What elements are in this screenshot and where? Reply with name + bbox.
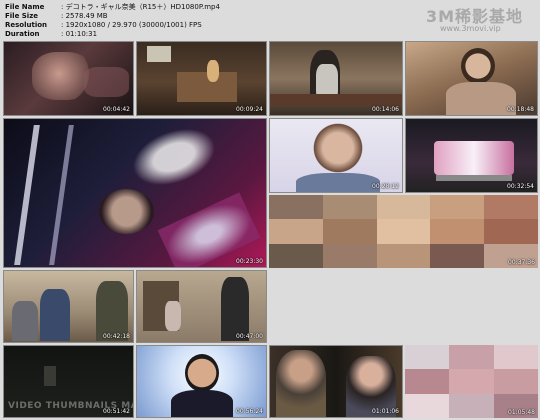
thumbnail-timestamp: 00:14:06 <box>372 106 399 113</box>
video-thumbnail[interactable]: 00:14:06 <box>269 41 403 116</box>
file-name-label: File Name <box>5 3 45 11</box>
video-thumbnail[interactable]: 00:09:24 <box>136 41 267 116</box>
thumbnail-timestamp: 00:18:48 <box>507 106 534 113</box>
mosaic-block <box>269 195 538 268</box>
censored-thumbnail[interactable]: 01:05:48 <box>405 345 538 418</box>
video-thumbnail[interactable]: VIDEO THUMBNAILS MA 00:51:42 <box>3 345 134 418</box>
thumbnail-timestamp: 00:56:24 <box>236 408 263 415</box>
thumbnail-timestamp: 00:42:18 <box>103 333 130 340</box>
video-thumbnail[interactable]: 00:56:24 <box>136 345 267 418</box>
video-thumbnail[interactable]: 00:04:42 <box>3 41 134 116</box>
thumbnail-timestamp: 00:32:54 <box>507 183 534 190</box>
watermark-url: www.3movi.vip <box>440 24 501 33</box>
video-thumbnail[interactable]: 00:18:48 <box>405 41 538 116</box>
thumbnail-timestamp: 00:28:12 <box>372 183 399 190</box>
video-thumbnail[interactable]: 00:42:18 <box>3 270 134 343</box>
thumbnail-timestamp: 00:04:42 <box>103 106 130 113</box>
thumbnail-timestamp: 00:37:36 <box>508 259 535 266</box>
resolution-label: Resolution <box>5 21 48 29</box>
thumbnail-timestamp: 00:23:30 <box>236 258 263 265</box>
video-thumbnail[interactable]: 00:32:54 <box>405 118 538 193</box>
video-thumbnail[interactable]: 00:47:00 <box>136 270 267 343</box>
resolution-row: Resolution: 1920x1080 / 29.970 (30000/10… <box>5 21 202 29</box>
thumbnail-timestamp: 00:47:00 <box>236 333 263 340</box>
thumbnail-timestamp: 00:09:24 <box>236 106 263 113</box>
duration-value: 01:10:31 <box>65 30 98 38</box>
file-size-row: File Size: 2578.49 MB <box>5 12 108 20</box>
resolution-value: 1920x1080 / 29.970 (30000/1001) FPS <box>65 21 202 29</box>
file-info-header: File Name: デコトラ・ギャル奈美（R15＋）HD1080P.mp4 F… <box>0 0 540 40</box>
video-thumbnail[interactable]: 00:28:12 <box>269 118 403 193</box>
thumbnail-timestamp: 00:51:42 <box>103 408 130 415</box>
file-size-value: 2578.49 MB <box>65 12 108 20</box>
file-name-value: デコトラ・ギャル奈美（R15＋）HD1080P.mp4 <box>65 3 220 11</box>
file-size-label: File Size <box>5 12 39 20</box>
video-thumbnail[interactable]: 00:23:30 <box>3 118 267 268</box>
thumbnail-timestamp: 01:05:48 <box>508 409 535 416</box>
duration-row: Duration: 01:10:31 <box>5 30 98 38</box>
file-name-row: File Name: デコトラ・ギャル奈美（R15＋）HD1080P.mp4 <box>5 3 220 11</box>
video-thumbnail[interactable]: 01:01:06 <box>269 345 403 418</box>
mosaic-block <box>405 345 538 418</box>
censored-thumbnail[interactable]: 00:37:36 <box>269 195 538 268</box>
thumbnail-timestamp: 01:01:06 <box>372 408 399 415</box>
duration-label: Duration <box>5 30 40 38</box>
